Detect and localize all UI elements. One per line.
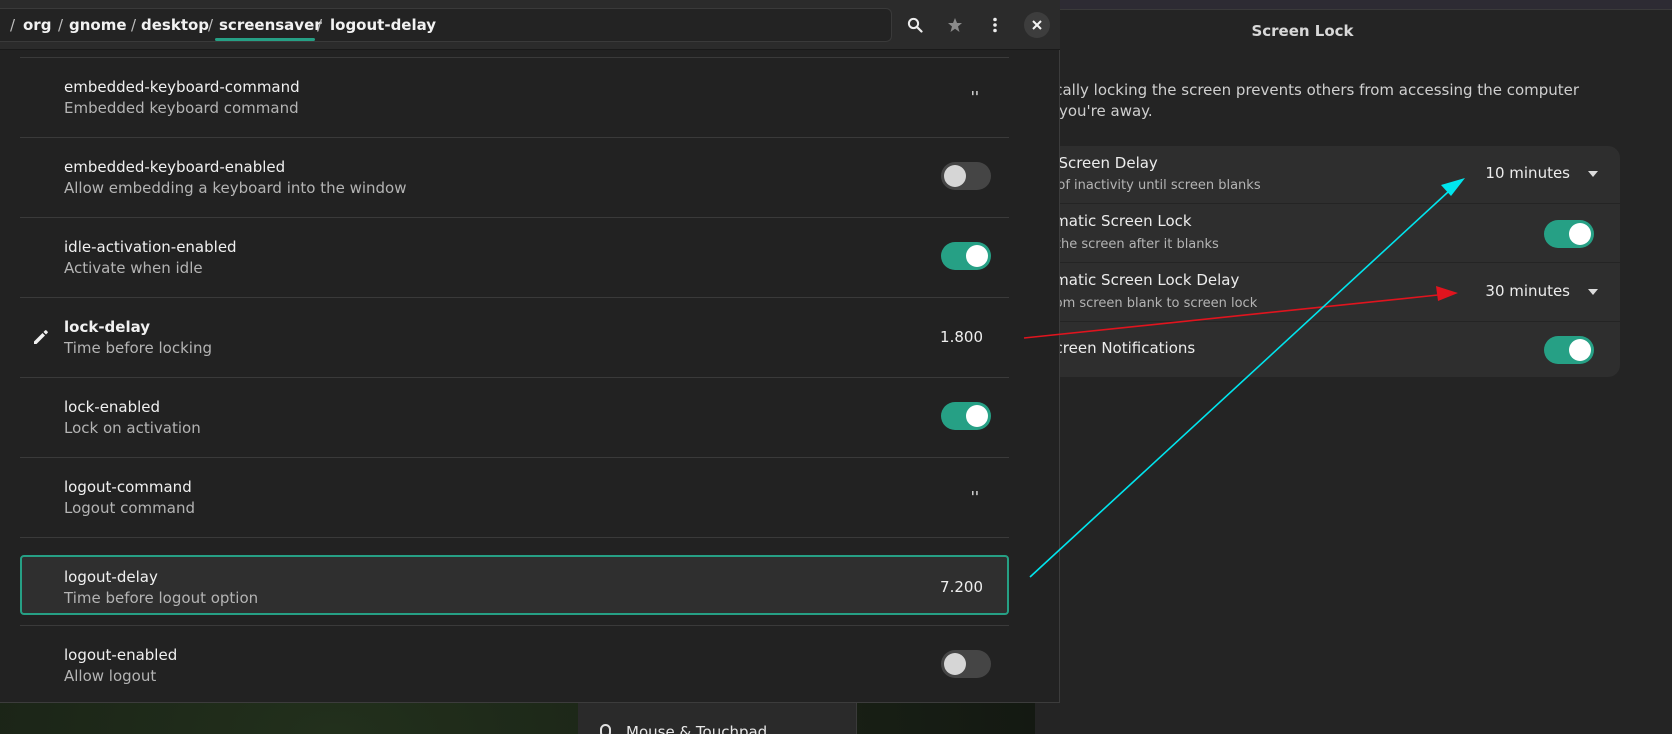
toggle-knob xyxy=(944,165,966,187)
key-description: Time before locking xyxy=(64,339,212,357)
key-value: 1.800 xyxy=(940,328,983,346)
key-description: Logout command xyxy=(64,499,195,517)
toggle-knob xyxy=(944,653,966,675)
path-separator: / xyxy=(317,16,323,34)
key-description: Embedded keyboard command xyxy=(64,99,299,117)
search-button[interactable] xyxy=(902,12,928,38)
key-name: embedded-keyboard-command xyxy=(64,78,300,96)
sidebar-item-mouse-touchpad[interactable]: Mouse & Touchpad xyxy=(578,702,857,734)
key-value: '' xyxy=(970,88,979,106)
page-title: Screen Lock xyxy=(1251,22,1354,40)
key-description: Lock on activation xyxy=(64,419,201,437)
row-subtitle: from screen blank to screen lock xyxy=(1045,296,1258,311)
search-icon xyxy=(907,17,923,33)
lock-screen-notifications-toggle[interactable] xyxy=(1544,336,1594,364)
sidebar-item-label: Mouse & Touchpad xyxy=(626,723,768,734)
automatic-screen-lock-row[interactable]: omatic Screen Lock s the screen after it… xyxy=(1005,204,1620,263)
key-row-idle-activation-enabled[interactable]: idle-activation-enabled Activate when id… xyxy=(20,218,1009,294)
row-title: omatic Screen Lock xyxy=(1045,212,1192,230)
path-bar[interactable]: / org / gnome / desktop / screensaver / … xyxy=(0,8,892,42)
path-separator: / xyxy=(58,16,64,34)
breadcrumb-logout-delay[interactable]: logout-delay xyxy=(330,16,436,34)
divider xyxy=(20,537,1009,538)
key-row-logout-command[interactable]: logout-command Logout command '' xyxy=(20,458,1009,534)
description-line-2: you're away. xyxy=(1059,102,1153,120)
toggle-knob xyxy=(966,405,988,427)
key-description: Allow logout xyxy=(64,667,157,685)
logout-enabled-toggle[interactable] xyxy=(941,650,991,678)
key-name: lock-enabled xyxy=(64,398,161,416)
automatic-screen-lock-toggle[interactable] xyxy=(1544,220,1594,248)
bookmark-button[interactable] xyxy=(942,12,968,38)
keys-list: embedded-keyboard-command Embedded keybo… xyxy=(0,50,1060,703)
breadcrumb-screensaver[interactable]: screensaver xyxy=(219,16,322,34)
breadcrumb-gnome[interactable]: gnome xyxy=(69,16,127,34)
key-name: logout-enabled xyxy=(64,646,178,664)
key-name: logout-delay xyxy=(64,568,158,586)
embedded-keyboard-enabled-toggle[interactable] xyxy=(941,162,991,190)
menu-button[interactable] xyxy=(982,12,1008,38)
automatic-screen-lock-delay-row[interactable]: omatic Screen Lock Delay from screen bla… xyxy=(1005,263,1620,322)
row-subtitle: s the screen after it blanks xyxy=(1045,237,1219,252)
key-row-embedded-keyboard-command[interactable]: embedded-keyboard-command Embedded keybo… xyxy=(20,58,1009,134)
toggle-knob xyxy=(1569,339,1591,361)
window-top-strip xyxy=(1035,0,1672,10)
idle-activation-enabled-toggle[interactable] xyxy=(941,242,991,270)
row-subtitle: d of inactivity until screen blanks xyxy=(1045,178,1261,193)
pencil-icon xyxy=(34,330,48,344)
description-line-1: atically locking the screen prevents oth… xyxy=(1035,81,1580,99)
key-name: embedded-keyboard-enabled xyxy=(64,158,286,176)
key-name: lock-delay xyxy=(64,318,151,336)
row-title: k Screen Delay xyxy=(1045,154,1158,172)
lock-screen-notifications-row[interactable]: Screen Notifications xyxy=(1005,322,1620,377)
key-description: Activate when idle xyxy=(64,259,203,277)
menu-icon xyxy=(993,17,997,33)
toggle-knob xyxy=(966,245,988,267)
key-name: idle-activation-enabled xyxy=(64,238,237,256)
star-icon xyxy=(948,18,962,32)
key-row-logout-delay[interactable]: logout-delay Time before logout option 7… xyxy=(20,555,1009,615)
path-separator: / xyxy=(131,16,137,34)
key-value: 7.200 xyxy=(940,578,983,596)
header-bar: / org / gnome / desktop / screensaver / … xyxy=(0,0,1060,50)
breadcrumb-desktop[interactable]: desktop xyxy=(141,16,209,34)
settings-window: Screen Lock atically locking the screen … xyxy=(1005,0,1672,734)
active-crumb-indicator xyxy=(215,38,315,41)
blank-screen-delay-value[interactable]: 10 minutes xyxy=(1485,164,1570,182)
close-icon xyxy=(1032,20,1042,30)
row-title: omatic Screen Lock Delay xyxy=(1045,271,1240,289)
automatic-screen-lock-delay-value[interactable]: 30 minutes xyxy=(1485,282,1570,300)
dconf-editor-window: / org / gnome / desktop / screensaver / … xyxy=(0,0,1060,703)
key-row-lock-enabled[interactable]: lock-enabled Lock on activation xyxy=(20,378,1009,454)
lock-enabled-toggle[interactable] xyxy=(941,402,991,430)
key-description: Allow embedding a keyboard into the wind… xyxy=(64,179,407,197)
dropdown-caret-icon[interactable] xyxy=(1588,171,1598,177)
mouse-icon xyxy=(600,724,611,734)
path-separator: / xyxy=(10,16,16,34)
blank-screen-delay-row[interactable]: k Screen Delay d of inactivity until scr… xyxy=(1005,146,1620,204)
breadcrumb-org[interactable]: org xyxy=(23,16,51,34)
key-row-embedded-keyboard-enabled[interactable]: embedded-keyboard-enabled Allow embeddin… xyxy=(20,138,1009,214)
key-row-lock-delay[interactable]: lock-delay Time before locking 1.800 xyxy=(20,298,1009,374)
toggle-knob xyxy=(1569,223,1591,245)
key-description: Time before logout option xyxy=(64,589,259,607)
path-separator: / xyxy=(208,16,214,34)
row-title: Screen Notifications xyxy=(1045,339,1196,357)
close-button[interactable] xyxy=(1024,12,1050,38)
dropdown-caret-icon[interactable] xyxy=(1588,289,1598,295)
screen-lock-settings-list: k Screen Delay d of inactivity until scr… xyxy=(1005,146,1620,377)
key-name: logout-command xyxy=(64,478,192,496)
key-value: '' xyxy=(970,488,979,506)
key-row-logout-enabled[interactable]: logout-enabled Allow logout xyxy=(20,626,1009,702)
